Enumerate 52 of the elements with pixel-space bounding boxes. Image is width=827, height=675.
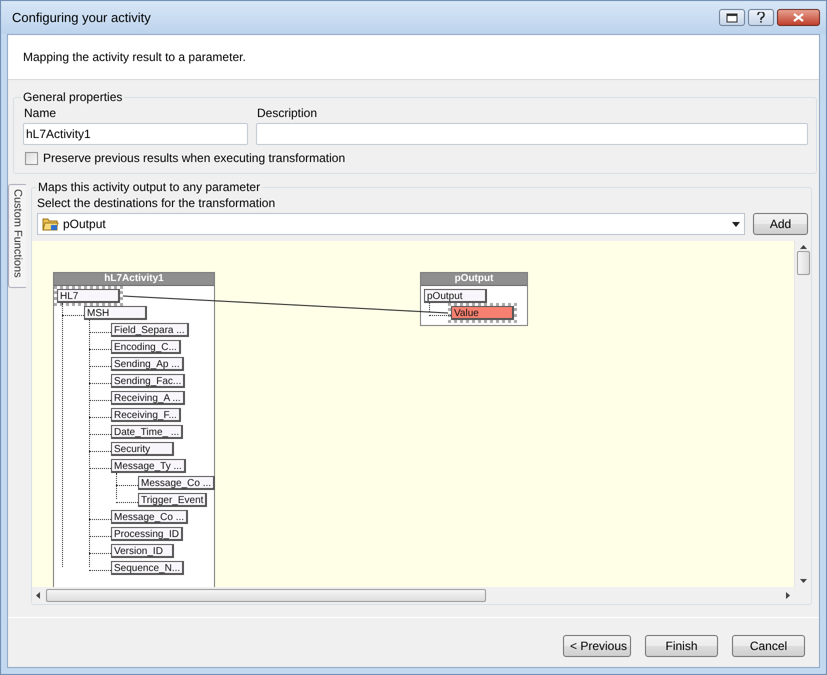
tree-node[interactable]: Sending_Fac... [111,374,186,388]
tree-node[interactable]: Message_Co ... [111,510,188,524]
tree-node[interactable]: Receiving_F... [111,408,181,422]
tree-node[interactable]: Field_Separa ... [111,323,189,337]
tree-node[interactable]: Encoding_C... [111,340,181,354]
tree-node[interactable]: Trigger_Event [138,493,208,507]
cancel-button[interactable]: Cancel [732,635,805,657]
field-label: Description [257,106,318,120]
tree-node[interactable]: Sequence_N... [111,561,184,575]
tree-node[interactable]: Message_Co ... [138,476,216,490]
tree-node[interactable]: Date_Time_ ... [111,425,184,439]
window-title: Configuring your activity [12,10,151,25]
dropdown-arrow-icon [732,222,740,226]
tree-node[interactable]: Sending_Ap ... [111,357,184,371]
scroll-down-icon [800,579,806,583]
window-icon [726,12,738,22]
add-button[interactable]: Add [753,213,808,235]
restore-button[interactable] [719,9,745,26]
tree-node[interactable]: Receiving_A ... [111,391,185,405]
name-field[interactable]: hL7Activity1 [23,123,248,145]
tree-node[interactable]: Message_Ty ... [111,459,186,473]
close-button[interactable] [777,9,820,26]
destination-dropdown[interactable]: pOutput [37,213,745,235]
tree-node[interactable]: Value [451,306,514,320]
field-label: Select the destinations for the transformation [37,196,276,210]
scroll-thumb[interactable] [796,251,810,275]
side-tab[interactable]: Custom Functions [8,184,26,288]
card-title: hL7Activity1 [54,273,214,286]
tree-node[interactable]: HL7 [57,289,120,303]
scroll-up-icon [800,245,806,249]
card-title: pOutput [421,273,527,286]
previous-button[interactable]: < Previous [563,635,631,657]
group-title: General properties [22,90,124,104]
tree-node[interactable]: pOutput [424,289,487,303]
tree-node[interactable]: Processing_ID [111,527,184,541]
help-button[interactable] [748,9,774,26]
tree-node[interactable]: Security [111,442,174,456]
scroll-thumb[interactable] [46,589,486,602]
tree-node[interactable]: MSH [84,306,147,320]
scroll-right-icon [786,592,790,599]
page-description: Mapping the activity result to a parameter. [23,50,246,64]
tree-node[interactable]: Version_ID [111,544,174,558]
close-icon [793,13,804,22]
folder-icon [42,217,59,231]
scroll-left-icon [36,592,40,599]
finish-button[interactable]: Finish [645,635,718,657]
group-title: Maps this activity output to any parameter [37,180,262,194]
checkbox-label: Preserve previous results when executing transformation [43,151,346,165]
field-label: Name [24,106,56,120]
description-field[interactable] [256,123,808,145]
question-icon [757,12,765,23]
checkbox[interactable] [25,152,38,164]
